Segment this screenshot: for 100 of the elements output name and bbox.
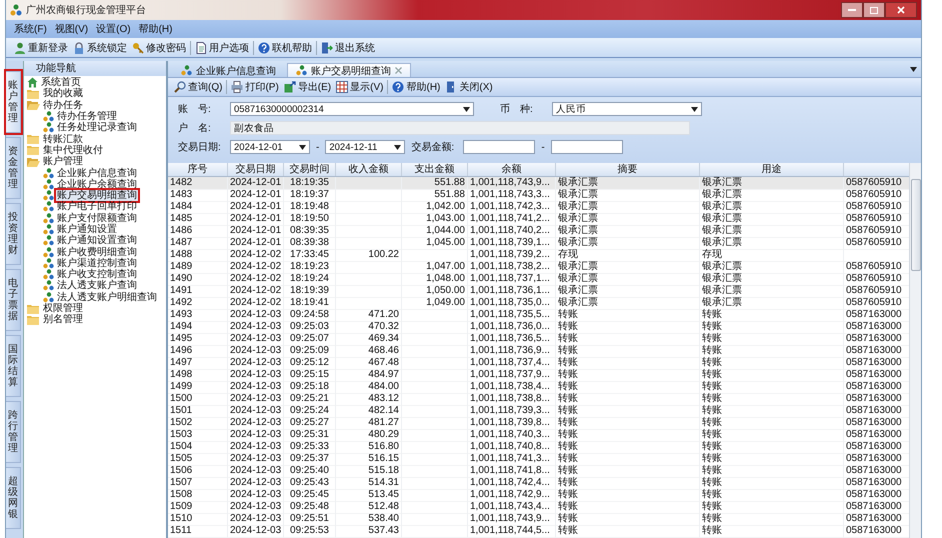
tree-item[interactable]: 账户渠道控制查询 xyxy=(56,258,138,269)
table-row[interactable]: 1482 2024-12-01 18:19:35 551.88 1,001,118,743,9... 银承汇票 银承汇票 0587605910 xyxy=(168,177,909,189)
menu-item[interactable]: 系统(F) xyxy=(14,22,47,36)
table-row[interactable]: 1496 2024-12-03 09:25:09 468.46 1,001,118,736,9... 转账 转账 0587163000 xyxy=(168,345,909,357)
action-button[interactable]: 关闭(X) xyxy=(445,80,493,94)
table-cell: 1,001,118,739,1... xyxy=(468,237,556,250)
tree-item[interactable]: 账户交易明细查询 xyxy=(56,190,138,202)
amount-field[interactable] xyxy=(463,140,536,154)
column-header[interactable]: 余额 xyxy=(468,163,556,176)
action-button[interactable]: 帮助(H) xyxy=(392,80,440,94)
tree-item[interactable]: 系统首页 xyxy=(40,77,82,88)
tree-item[interactable]: 账户支付限额查询 xyxy=(56,212,138,224)
menu-item[interactable]: 帮助(H) xyxy=(138,22,172,36)
tree-item[interactable]: 账户通知设置 xyxy=(56,224,118,235)
tree-item[interactable]: 待办任务管理 xyxy=(56,111,118,122)
table-row[interactable]: 1484 2024-12-01 18:19:48 1,042.00 1,001,118,742,3... 银承汇票 银承汇票 0587605910 xyxy=(168,201,909,213)
table-row[interactable]: 1490 2024-12-02 18:19:24 1,048.00 1,001,118,737,1... 银承汇票 银承汇票 0587605910 xyxy=(168,273,909,285)
side-tab[interactable]: 账户管理 xyxy=(6,71,21,133)
table-row[interactable]: 1508 2024-12-03 09:25:45 513.45 1,001,118,742,9... 转账 转账 0587163000 xyxy=(168,489,909,501)
action-button[interactable]: 打印(P) xyxy=(231,80,279,94)
tree-item[interactable]: 集中代理收付 xyxy=(42,144,104,156)
action-button[interactable]: 导出(E) xyxy=(284,80,332,94)
document-tab[interactable]: 企业账户信息查询 xyxy=(172,63,285,77)
column-header[interactable]: 支出金额 xyxy=(402,163,468,176)
toolbar-button[interactable]: 用户选项 xyxy=(195,40,249,54)
tree-item[interactable]: 企业账户信息查询 xyxy=(56,168,138,179)
tree-item[interactable]: 账户收费明细查询 xyxy=(56,246,138,258)
tree-item[interactable]: 任务处理记录查询 xyxy=(56,122,138,134)
table-row[interactable]: 1497 2024-12-03 09:25:12 467.48 1,001,118,737,4... 转账 转账 0587163000 xyxy=(168,357,909,369)
close-button[interactable] xyxy=(885,2,917,18)
table-row[interactable]: 1504 2024-12-03 09:25:33 516.80 1,001,118,740,8... 转账 转账 0587163000 xyxy=(168,441,909,453)
side-tab[interactable]: 跨行管理 xyxy=(6,401,21,463)
table-row[interactable]: 1505 2024-12-03 09:25:37 516.15 1,001,118,741,3... 转账 转账 0587163000 xyxy=(168,453,909,465)
amount-field[interactable] xyxy=(550,140,623,154)
tree-item[interactable]: 待办任务 xyxy=(42,100,84,111)
table-row[interactable]: 1503 2024-12-03 09:25:31 480.29 1,001,118,740,3... 转账 转账 0587163000 xyxy=(168,429,909,441)
tree-item[interactable]: 账户收支控制查询 xyxy=(56,269,138,280)
column-header[interactable]: 用途 xyxy=(700,163,844,176)
tree-item[interactable]: 账户管理 xyxy=(42,156,84,168)
table-cell: 2024-12-03 xyxy=(228,321,284,334)
table-row[interactable]: 1492 2024-12-02 18:19:41 1,049.00 1,001,118,735,0... 银承汇票 银承汇票 0587605910 xyxy=(168,297,909,309)
currency-dropdown[interactable]: 人民币 xyxy=(552,102,702,116)
table-row[interactable]: 1487 2024-12-01 08:39:38 1,045.00 1,001,118,739,1... 银承汇票 银承汇票 0587605910 xyxy=(168,237,909,249)
table-row[interactable]: 1498 2024-12-03 09:25:15 484.97 1,001,118,737,9... 转账 转账 0587163000 xyxy=(168,369,909,381)
table-row[interactable]: 1509 2024-12-03 09:25:48 512.48 1,001,118,743,4... 转账 转账 0587163000 xyxy=(168,501,909,513)
column-header[interactable]: 摘要 xyxy=(556,163,700,176)
column-header[interactable]: 收入金额 xyxy=(336,163,402,176)
table-row[interactable]: 1510 2024-12-03 09:25:51 538.40 1,001,118,743,9... 转账 转账 0587163000 xyxy=(168,513,909,525)
tree-item[interactable]: 转账汇款 xyxy=(42,134,84,145)
vertical-scrollbar[interactable] xyxy=(909,163,921,538)
table-row[interactable]: 1507 2024-12-03 09:25:43 514.31 1,001,118,742,4... 转账 转账 0587163000 xyxy=(168,477,909,489)
side-tab[interactable]: 超级网银 xyxy=(6,467,21,529)
column-header[interactable]: 交易日期 xyxy=(228,163,284,176)
table-row[interactable]: 1488 2024-12-02 17:33:45 100.22 1,001,118,739,2... 存现 存现 xyxy=(168,249,909,261)
tree-item[interactable]: 企业账户余额查询 xyxy=(56,178,138,190)
toolbar-button[interactable]: 重新登录 xyxy=(14,40,68,54)
side-tab[interactable]: 电子票据 xyxy=(6,269,21,331)
table-row[interactable]: 1485 2024-12-01 18:19:50 1,043.00 1,001,118,741,2... 银承汇票 银承汇票 0587605910 xyxy=(168,213,909,225)
document-tab[interactable]: 账户交易明细查询 xyxy=(287,63,411,77)
maximize-button[interactable] xyxy=(863,2,885,18)
column-header[interactable]: 序号 xyxy=(168,163,228,176)
table-row[interactable]: 1502 2024-12-03 09:25:27 481.27 1,001,118,739,8... 转账 转账 0587163000 xyxy=(168,417,909,429)
minimize-button[interactable] xyxy=(841,2,863,18)
toolbar-button[interactable]: 修改密码 xyxy=(132,40,186,54)
tree-item[interactable]: 我的收藏 xyxy=(42,88,84,100)
minimize-icon xyxy=(848,8,856,12)
table-row[interactable]: 1493 2024-12-03 09:24:58 471.20 1,001,118,735,5... 转账 转账 0587163000 xyxy=(168,309,909,321)
toolbar-button[interactable]: 退出系统 xyxy=(321,40,375,54)
toolbar-button[interactable]: 联机帮助 xyxy=(258,40,312,54)
date-dropdown[interactable]: 2024-12-01 xyxy=(230,140,310,154)
tree-item[interactable]: 账户通知设置查询 xyxy=(56,235,138,246)
side-tab[interactable]: 国际结算 xyxy=(6,335,21,397)
menu-item[interactable]: 设置(O) xyxy=(96,22,131,36)
menu-item[interactable]: 视图(V) xyxy=(54,22,88,36)
account-dropdown[interactable]: 05871630000002314 xyxy=(230,102,474,116)
table-row[interactable]: 1494 2024-12-03 09:25:03 470.32 1,001,118,736,0... 转账 转账 0587163000 xyxy=(168,321,909,333)
tree-item[interactable]: 法人透支账户明细查询 xyxy=(56,292,158,303)
account-name-field[interactable]: 副农食品 xyxy=(230,121,690,135)
date-dropdown[interactable]: 2024-12-11 xyxy=(325,140,406,154)
tree-item[interactable]: 权限管理 xyxy=(42,303,84,314)
column-header[interactable]: 交易时间 xyxy=(284,163,336,176)
table-row[interactable]: 1483 2024-12-01 18:19:37 551.88 1,001,118,743,3... 银承汇票 银承汇票 0587605910 xyxy=(168,189,909,201)
scroll-thumb[interactable] xyxy=(910,179,920,271)
toolbar-button[interactable]: 系统锁定 xyxy=(73,40,127,54)
table-row[interactable]: 1495 2024-12-03 09:25:07 469.34 1,001,118,736,5... 转账 转账 0587163000 xyxy=(168,333,909,345)
table-row[interactable]: 1499 2024-12-03 09:25:18 484.00 1,001,118,738,4... 转账 转账 0587163000 xyxy=(168,381,909,393)
side-tab[interactable]: 投资理财 xyxy=(6,203,21,265)
table-row[interactable]: 1500 2024-12-03 09:25:21 483.12 1,001,118,738,8... 转账 转账 0587163000 xyxy=(168,393,909,405)
tree-item[interactable]: 别名管理 xyxy=(42,314,84,326)
table-row[interactable]: 1486 2024-12-01 08:39:35 1,044.00 1,001,118,740,2... 银承汇票 银承汇票 0587605910 xyxy=(168,225,909,237)
table-row[interactable]: 1491 2024-12-02 18:19:39 1,050.00 1,001,118,736,1... 银承汇票 银承汇票 0587605910 xyxy=(168,285,909,297)
table-row[interactable]: 1501 2024-12-03 09:25:24 482.14 1,001,118,739,3... 转账 转账 0587163000 xyxy=(168,405,909,417)
action-button[interactable]: 显示(V) xyxy=(336,80,384,94)
tree-item[interactable]: 法人透支账户查询 xyxy=(56,280,138,292)
table-row[interactable]: 1489 2024-12-02 18:19:23 1,047.00 1,001,118,738,2... 银承汇票 银承汇票 0587605910 xyxy=(168,261,909,273)
side-tab[interactable]: 资金管理 xyxy=(6,137,21,199)
tree-item[interactable]: 账户电子回单打印 xyxy=(56,201,138,212)
table-row[interactable]: 1506 2024-12-03 09:25:40 515.18 1,001,118,741,8... 转账 转账 0587163000 xyxy=(168,465,909,477)
action-button[interactable]: 查询(Q) xyxy=(174,80,222,94)
table-row[interactable]: 1511 2024-12-03 09:25:53 537.43 1,001,118,744,5... 转账 转账 0587163000 xyxy=(168,525,909,537)
